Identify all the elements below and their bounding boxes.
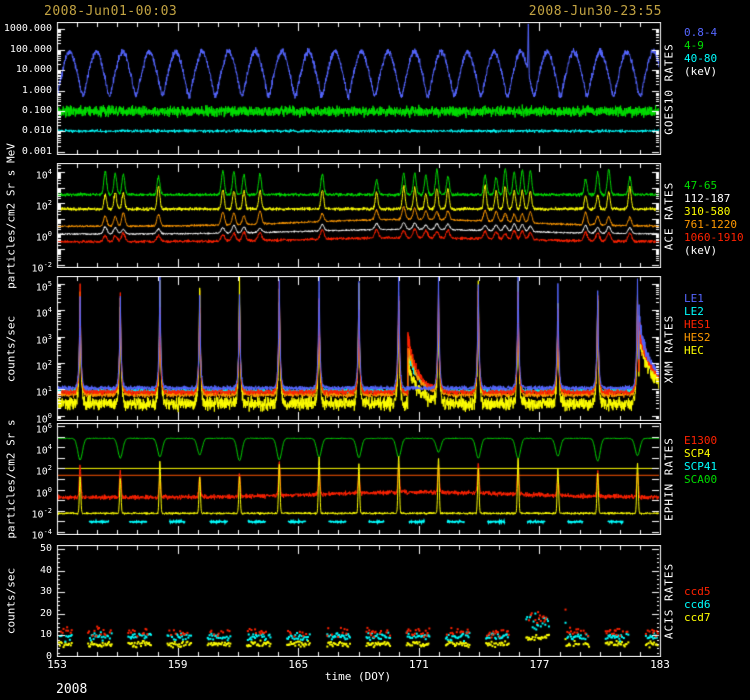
legend-ace-rates-761-1220: 761-1220	[684, 218, 737, 231]
legend-ephin-rates-sca00: SCA00	[684, 473, 717, 486]
y-axis-title-ace-rates: particles/cm2 Sr s MeV	[5, 143, 18, 289]
plot-area-acis-rates	[0, 545, 750, 657]
x-tick-label: 171	[399, 658, 439, 671]
panel-xmm-rates: 105104103102101100XMM RATEScounts/secLE1…	[0, 276, 750, 421]
legend-ephin-rates-scp4: SCP4	[684, 447, 711, 460]
panel-acis-rates: 50403020100ACIS RATEScounts/secccd5ccd6c…	[0, 545, 750, 657]
legend-acis-rates-ccd6: ccd6	[684, 598, 711, 611]
legend-xmm-rates-hec: HEC	[684, 344, 704, 357]
y-axis-title-ephin-rates: particles/cm2 Sr s	[5, 419, 18, 538]
year-label: 2008	[56, 682, 87, 697]
legend-ephin-rates-scp41: SCP41	[684, 460, 717, 473]
panel-title-acis-rates: ACIS RATES	[663, 563, 676, 639]
x-tick-label: 183	[640, 658, 680, 671]
legend-xmm-rates-le2: LE2	[684, 305, 704, 318]
y-tick-label: 0.100	[0, 105, 52, 117]
legend-goes10-rates-40-80: 40-80	[684, 52, 717, 65]
legend-ace-rates-1060-1910: 1060-1910	[684, 231, 744, 244]
plot-area-xmm-rates	[0, 276, 750, 421]
y-axis-title-acis-rates: counts/sec	[5, 568, 18, 634]
x-tick-label: 159	[158, 658, 198, 671]
plot-area-goes10-rates	[0, 22, 750, 155]
legend-goes10-rates-kev: (keV)	[684, 65, 717, 78]
legend-acis-rates-ccd5: ccd5	[684, 585, 711, 598]
legend-xmm-rates-hes2: HES2	[684, 331, 711, 344]
y-axis-title-xmm-rates: counts/sec	[5, 315, 18, 381]
x-tick-label: 153	[37, 658, 77, 671]
start-date-label: 2008-Jun01-00:03	[44, 4, 177, 19]
legend-ace-rates-310-580: 310-580	[684, 205, 730, 218]
y-tick-label: 105	[0, 278, 52, 294]
legend-goes10-rates-4-9: 4-9	[684, 39, 704, 52]
legend-goes10-rates-0-8-4: 0.8-4	[684, 26, 717, 39]
legend-ace-rates-112-187: 112-187	[684, 192, 730, 205]
y-tick-label: 101	[0, 383, 52, 399]
legend-ace-rates-kev: (keV)	[684, 244, 717, 257]
plot-area-ephin-rates	[0, 423, 750, 535]
panel-title-ace-rates: ACE RATES	[663, 181, 676, 250]
panel-title-goes10-rates: GOES10 RATES	[663, 43, 676, 134]
panel-ephin-rates: 10610410210010-210-4EPHIN RATESparticles…	[0, 423, 750, 535]
y-tick-label: 1.000	[0, 85, 52, 97]
y-tick-label: 10.000	[0, 64, 52, 76]
y-tick-label: 0.010	[0, 125, 52, 137]
legend-ace-rates-47-65: 47-65	[684, 179, 717, 192]
panel-ace-rates: 10410210010-2ACE RATESparticles/cm2 Sr s…	[0, 163, 750, 268]
end-date-label: 2008-Jun30-23:55	[529, 4, 662, 19]
x-axis-title: time (DOY)	[325, 670, 391, 683]
legend-acis-rates-ccd7: ccd7	[684, 611, 711, 624]
panel-title-ephin-rates: EPHIN RATES	[663, 437, 676, 521]
legend-xmm-rates-hes1: HES1	[684, 318, 711, 331]
x-tick-label: 165	[278, 658, 318, 671]
y-tick-label: 100.000	[0, 44, 52, 56]
radiation-monitor-plot: 2008-Jun01-00:03 2008-Jun30-23:55 1000.0…	[0, 0, 750, 700]
legend-xmm-rates-le1: LE1	[684, 292, 704, 305]
legend-ephin-rates-e1300: E1300	[684, 434, 717, 447]
plot-area-ace-rates	[0, 163, 750, 268]
panel-title-xmm-rates: XMM RATES	[663, 314, 676, 383]
panel-goes10-rates: 1000.000100.00010.0001.0000.1000.0100.00…	[0, 22, 750, 155]
y-tick-label: 1000.000	[0, 23, 52, 35]
x-tick-label: 177	[519, 658, 559, 671]
y-tick-label: 50	[0, 543, 52, 555]
